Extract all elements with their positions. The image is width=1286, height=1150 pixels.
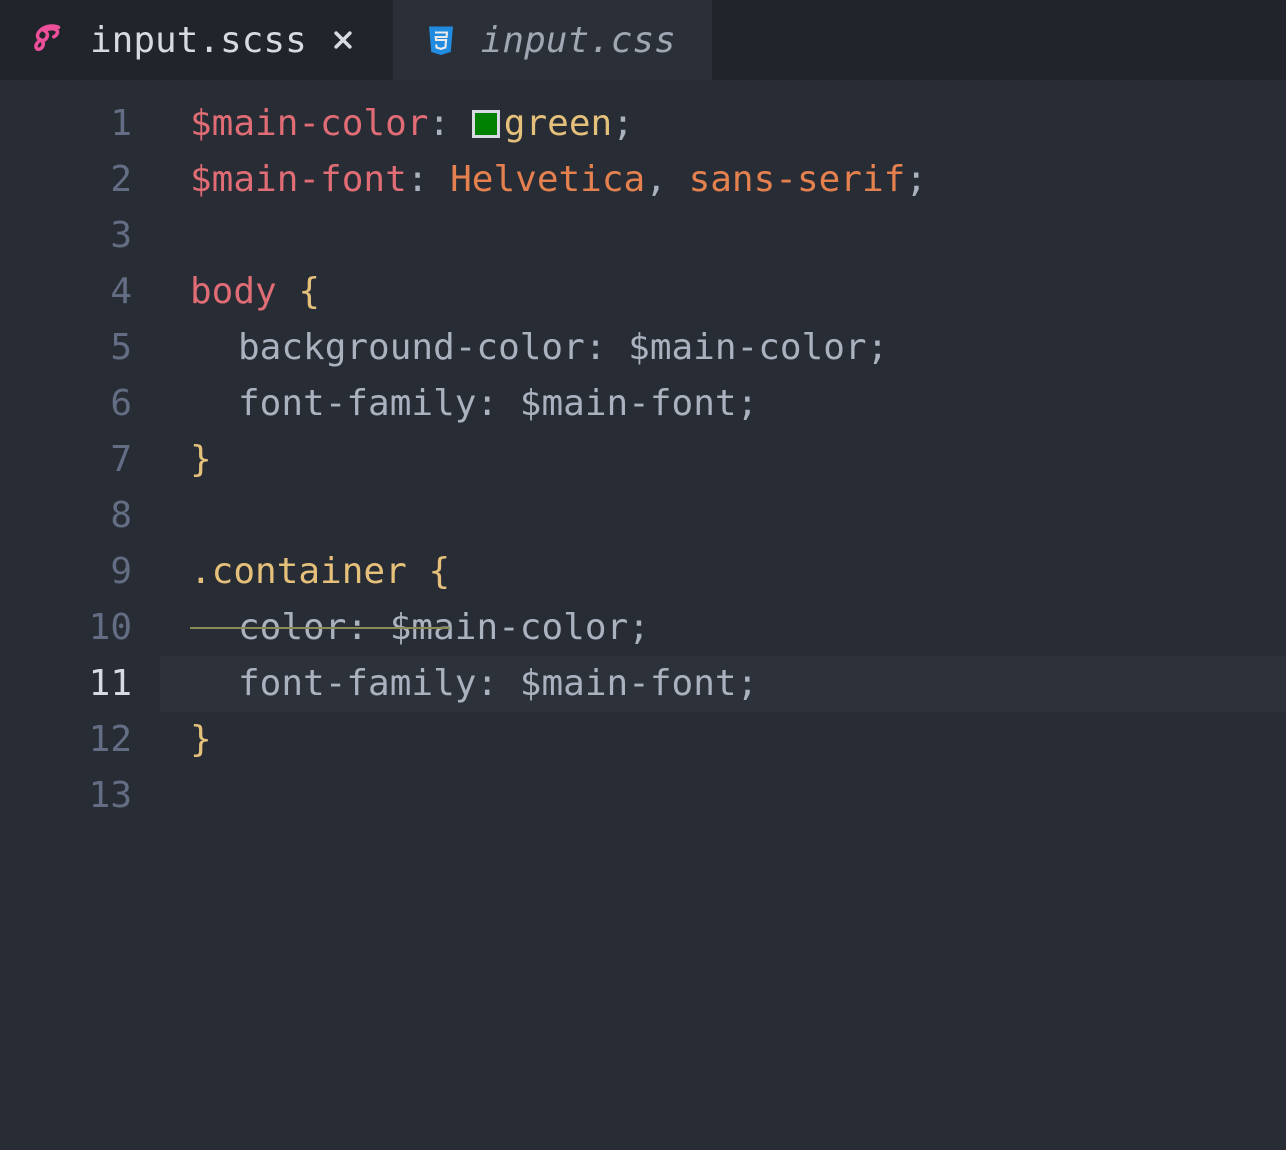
brace-open: { — [298, 264, 320, 320]
line-number: 5 — [0, 320, 132, 376]
font-value: sans-serif — [689, 152, 906, 208]
code-line[interactable]: body { — [190, 264, 1286, 320]
css-property: background-color — [238, 320, 585, 376]
tab-label: input.css — [481, 20, 676, 61]
semicolon: ; — [628, 600, 650, 656]
code-line[interactable] — [190, 768, 1286, 824]
code-line[interactable] — [190, 208, 1286, 264]
line-number: 10 — [0, 600, 132, 656]
code-line[interactable]: font-family: $main-font; — [190, 376, 1286, 432]
line-number: 3 — [0, 208, 132, 264]
scss-variable: $main-font — [190, 152, 407, 208]
color-swatch-icon[interactable] — [472, 110, 500, 138]
line-number: 4 — [0, 264, 132, 320]
colon: : — [476, 376, 498, 432]
colon: : — [585, 320, 607, 376]
line-number: 9 — [0, 544, 132, 600]
tab-input-scss[interactable]: input.scss — [0, 0, 393, 80]
code-line[interactable]: $main-font: Helvetica, sans-serif; — [190, 152, 1286, 208]
code-line[interactable]: background-color: $main-color; — [190, 320, 1286, 376]
brace-close: } — [190, 712, 212, 768]
semicolon: ; — [737, 656, 759, 712]
line-number-gutter: 1 2 3 4 5 6 7 8 9 10 11 12 13 — [0, 80, 160, 824]
css-property: font-family — [238, 656, 476, 712]
semicolon: ; — [737, 376, 759, 432]
css-value: $main-font — [520, 656, 737, 712]
comma: , — [645, 152, 667, 208]
close-icon[interactable] — [329, 26, 357, 54]
line-number: 11 — [0, 656, 132, 712]
css-value: $main-font — [520, 376, 737, 432]
line-number: 7 — [0, 432, 132, 488]
code-editor[interactable]: 1 2 3 4 5 6 7 8 9 10 11 12 13 $main-colo… — [0, 80, 1286, 824]
colon: : — [476, 656, 498, 712]
colon: : — [407, 152, 429, 208]
code-line[interactable]: } — [190, 432, 1286, 488]
tab-bar: input.scss input.css — [0, 0, 1286, 80]
line-number: 6 — [0, 376, 132, 432]
code-line[interactable]: } — [190, 712, 1286, 768]
css3-icon — [423, 22, 459, 58]
semicolon: ; — [867, 320, 889, 376]
semicolon: ; — [905, 152, 927, 208]
line-number: 1 — [0, 96, 132, 152]
code-line[interactable]: color: $main-color; — [190, 600, 1286, 656]
scss-variable: $main-color — [190, 96, 428, 152]
code-line[interactable] — [190, 488, 1286, 544]
selector: body — [190, 264, 277, 320]
tab-input-css[interactable]: input.css — [393, 0, 712, 80]
css-value: $main-color — [628, 320, 866, 376]
line-number: 12 — [0, 712, 132, 768]
brace-close: } — [190, 432, 212, 488]
font-value: Helvetica — [450, 152, 645, 208]
tab-label: input.scss — [90, 20, 307, 61]
brace-open: { — [428, 544, 450, 600]
code-line[interactable]: $main-color: green; — [190, 96, 1286, 152]
code-area[interactable]: $main-color: green; $main-font: Helvetic… — [160, 80, 1286, 824]
code-line[interactable]: .container { — [190, 544, 1286, 600]
line-number: 13 — [0, 768, 132, 824]
line-number: 2 — [0, 152, 132, 208]
line-number: 8 — [0, 488, 132, 544]
sass-icon — [30, 21, 68, 59]
selector: .container — [190, 544, 407, 600]
code-line-current[interactable]: font-family: $main-font; — [160, 656, 1286, 712]
semicolon: ; — [612, 96, 634, 152]
css-property: font-family — [238, 376, 476, 432]
color-value: green — [504, 96, 612, 152]
colon: : — [428, 96, 450, 152]
